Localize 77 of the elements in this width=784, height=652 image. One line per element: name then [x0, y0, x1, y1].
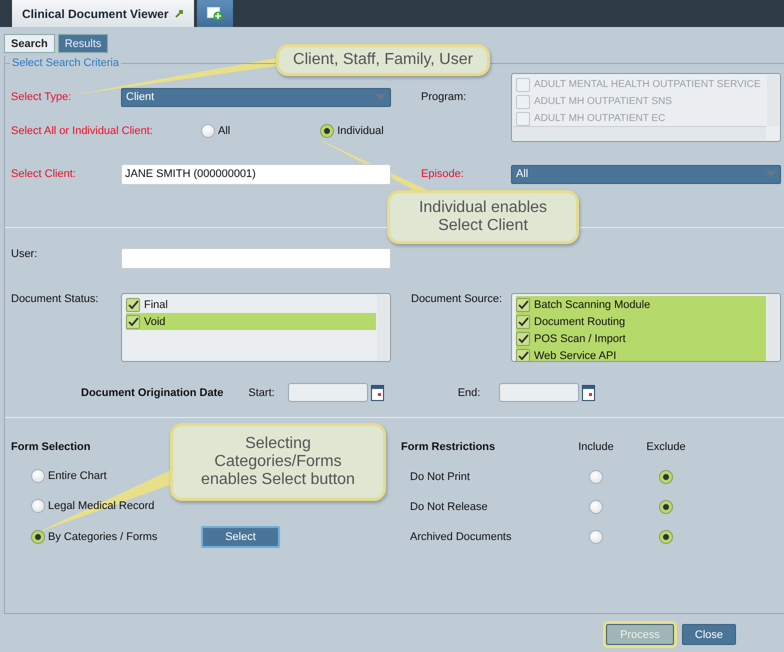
- radio-button[interactable]: [201, 124, 215, 138]
- checkbox[interactable]: [516, 314, 530, 328]
- list-item[interactable]: Batch Scanning Module: [516, 296, 766, 313]
- radio-option[interactable]: By Categories / Forms: [31, 530, 158, 544]
- end-date-field[interactable]: [499, 383, 580, 402]
- restriction-label: Do Not Print: [409, 471, 470, 483]
- checkbox[interactable]: [516, 348, 530, 361]
- checkbox[interactable]: [516, 298, 530, 312]
- caret-icon: [766, 171, 776, 177]
- field-label: Select All or Individual Client:: [11, 125, 153, 137]
- field-label: Episode:: [421, 168, 465, 180]
- calendar-icon[interactable]: [582, 384, 596, 400]
- select-button[interactable]: Select: [201, 526, 280, 548]
- field-label: User:: [11, 248, 38, 260]
- radio-button[interactable]: [31, 468, 45, 482]
- add-window-icon: [206, 6, 222, 20]
- option-label: All: [218, 125, 230, 137]
- checkbox[interactable]: [126, 298, 140, 312]
- radio-button[interactable]: [589, 470, 603, 484]
- list-item[interactable]: POS Scan / Import: [516, 330, 766, 347]
- type-dropdown[interactable]: Client: [121, 88, 391, 106]
- callout: Selecting Categories/Forms enables Select button: [170, 423, 386, 501]
- checkbox[interactable]: [126, 314, 140, 328]
- list-item[interactable]: Void: [126, 313, 376, 330]
- episode-dropdown[interactable]: All: [511, 164, 781, 184]
- radio-option[interactable]: Legal Medical Record: [31, 498, 154, 512]
- date-range-label: Document Origination Date: [81, 386, 224, 398]
- field-label: Program:: [421, 91, 468, 103]
- tab[interactable]: Results: [58, 34, 108, 53]
- radio-option[interactable]: Entire Chart: [31, 468, 107, 482]
- restriction-label: Archived Documents: [409, 531, 512, 543]
- calendar-icon[interactable]: [370, 384, 384, 400]
- list-item[interactable]: Final: [126, 296, 376, 313]
- footer-button[interactable]: Close: [682, 624, 736, 645]
- radio-button[interactable]: [659, 530, 673, 544]
- field-label: Document Source:: [411, 293, 504, 305]
- section-title: Form Selection: [11, 441, 90, 453]
- list-item[interactable]: Web Service API: [516, 347, 766, 361]
- radio-option[interactable]: All: [201, 124, 230, 138]
- column-header: Include: [578, 441, 614, 453]
- caret-icon: [376, 94, 386, 100]
- radio-button[interactable]: [320, 124, 334, 138]
- field-label: Select Client:: [11, 168, 77, 180]
- radio-button[interactable]: [659, 470, 673, 484]
- tab[interactable]: Search: [4, 34, 55, 53]
- radio-option[interactable]: Individual: [320, 124, 384, 138]
- callout: Individual enables Select Client: [387, 190, 579, 244]
- checkbox[interactable]: [516, 332, 530, 346]
- user-field[interactable]: [121, 248, 391, 269]
- list-box[interactable]: Batch Scanning Module Document Routing POS Scan / Import Web Service API: [511, 293, 781, 362]
- field-label: End:: [458, 386, 480, 398]
- pin-icon: [174, 9, 184, 18]
- list-box[interactable]: Final Void: [121, 293, 391, 362]
- option-label: By Categories / Forms: [48, 531, 158, 543]
- field-label: Start:: [248, 386, 275, 398]
- new-tab-button[interactable]: [196, 0, 232, 27]
- section-title: Form Restrictions: [401, 441, 496, 453]
- radio-button[interactable]: [589, 500, 603, 514]
- start-date-field[interactable]: [288, 383, 368, 402]
- window-tab[interactable]: Clinical Document Viewer: [12, 0, 194, 27]
- scroll-bar[interactable]: [767, 295, 779, 360]
- radio-button[interactable]: [589, 530, 603, 544]
- scroll-bar[interactable]: [377, 295, 389, 360]
- client-field[interactable]: JANE SMITH (000000001): [121, 164, 391, 184]
- callout: Client, Staff, Family, User: [276, 44, 490, 76]
- section-legend: Select Search Criteria: [10, 57, 121, 69]
- restriction-label: Do Not Release: [409, 501, 488, 513]
- radio-button[interactable]: [659, 500, 673, 514]
- option-label: Legal Medical Record: [48, 500, 154, 512]
- radio-button[interactable]: [31, 530, 45, 544]
- list-item[interactable]: Document Routing: [516, 313, 766, 330]
- radio-button[interactable]: [31, 498, 45, 512]
- option-label: Individual: [337, 125, 384, 137]
- option-label: Entire Chart: [48, 470, 107, 482]
- field-label: Document Status:: [11, 293, 100, 305]
- field-label: Select Type:: [11, 91, 72, 103]
- column-header: Exclude: [646, 441, 686, 453]
